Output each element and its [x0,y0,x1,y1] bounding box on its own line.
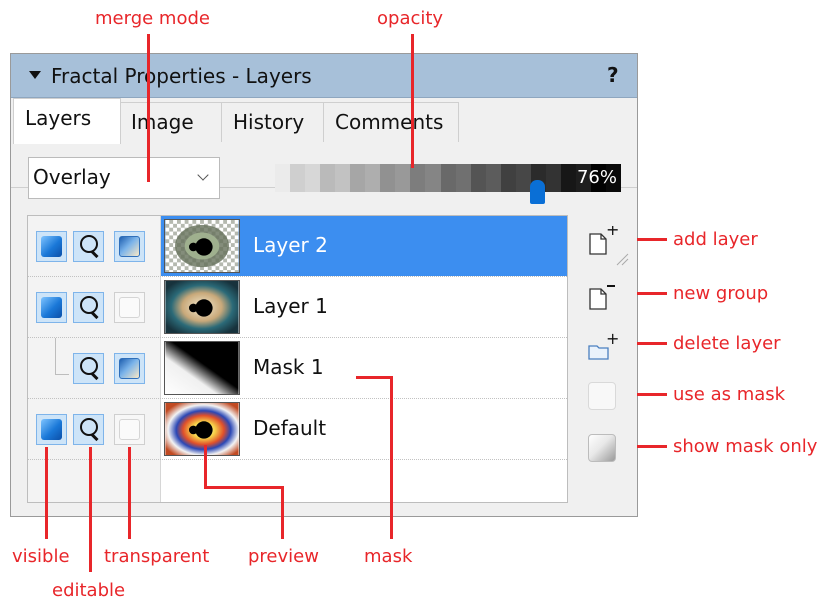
annotation-add-layer: add layer [673,229,758,250]
editable-toggle[interactable] [73,292,104,323]
magnifier-icon [80,418,98,436]
magnifier-icon [80,235,98,253]
mask-row[interactable]: Mask 1 [28,338,567,399]
transparent-icon [119,358,140,379]
svg-text:+: + [606,332,618,348]
annotation-mask: mask [364,546,413,567]
visible-icon [41,236,62,257]
editable-toggle[interactable] [73,231,104,262]
layers-panel: Fractal Properties - Layers ? Image Hist… [10,53,638,517]
new-group-button[interactable] [588,281,618,311]
transparent-off-icon [119,419,140,440]
resize-grip-icon [616,253,629,266]
annotation-merge-mode: merge mode [95,8,210,29]
opacity-gradient-bar [275,164,622,192]
chevron-down-icon [197,169,209,181]
opacity-slider[interactable]: 76% [275,164,622,204]
visible-toggle[interactable] [36,414,67,445]
editable-toggle[interactable] [73,353,104,384]
magnifier-icon [80,357,98,375]
transparent-toggle[interactable] [114,231,145,262]
add-layer-button[interactable]: + [588,226,618,256]
layer-row[interactable]: Default [28,399,567,460]
layer-name: Layer 2 [253,233,328,257]
editable-toggle[interactable] [73,414,104,445]
transparent-toggle[interactable] [114,414,145,445]
collapse-triangle-icon[interactable] [29,71,41,79]
annotation-preview: preview [248,546,319,567]
tab-layers[interactable]: Layers [13,98,121,144]
transparent-toggle[interactable] [114,353,145,384]
panel-title: Fractal Properties - Layers [51,64,312,88]
show-mask-only-button[interactable] [588,434,616,462]
visible-icon [41,419,62,440]
tab-comments[interactable]: Comments [323,102,459,142]
svg-text:+: + [606,226,618,239]
tree-connector [55,374,69,375]
layer-row[interactable]: Layer 1 [28,277,567,338]
tab-image[interactable]: Image [119,102,222,142]
use-as-mask-button[interactable] [588,382,616,410]
annotation-delete-layer: delete layer [673,333,781,354]
delete-layer-button[interactable]: + [588,332,618,362]
layer-preview-thumbnail[interactable] [164,280,240,334]
panel-title-bar[interactable]: Fractal Properties - Layers ? [11,54,637,98]
visible-toggle[interactable] [36,231,67,262]
opacity-value: 76% [576,167,617,188]
layer-preview-thumbnail[interactable] [164,219,240,273]
merge-mode-value: Overlay [33,165,111,189]
layer-row[interactable]: Layer 2 [28,216,567,277]
layer-tree: Layer 2 Layer 1 Mask 1 Default [27,215,568,503]
tree-connector [55,338,56,374]
transparent-toggle[interactable] [114,292,145,323]
tab-history[interactable]: History [221,102,324,142]
layer-preview-thumbnail[interactable] [164,402,240,456]
tab-strip: Image History Comments Layers [11,98,637,188]
annotation-transparent: transparent [104,546,210,567]
transparent-off-icon [119,297,140,318]
annotation-show-mask-only: show mask only [673,436,818,457]
layer-name: Default [253,416,327,440]
transparent-icon [119,236,140,257]
annotation-use-as-mask: use as mask [673,384,786,405]
visible-toggle[interactable] [36,292,67,323]
visible-icon [41,297,62,318]
annotation-visible: visible [12,546,70,567]
help-icon[interactable]: ? [607,63,619,87]
mask-preview-thumbnail[interactable] [164,341,240,395]
annotation-new-group: new group [673,283,769,304]
opacity-slider-handle[interactable] [529,180,545,204]
mask-name: Mask 1 [253,355,324,379]
layer-name: Layer 1 [253,294,328,318]
merge-mode-select[interactable]: Overlay [28,157,220,199]
magnifier-icon [80,296,98,314]
annotation-opacity: opacity [377,8,444,29]
